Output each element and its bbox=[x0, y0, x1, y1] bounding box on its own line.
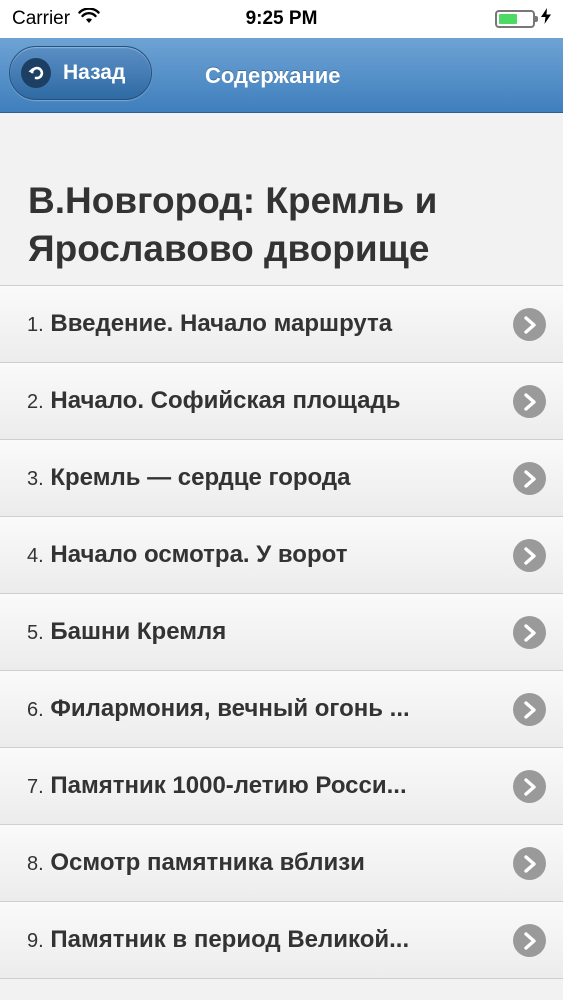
list-item-number: 1. bbox=[27, 314, 44, 336]
back-button[interactable]: Назад bbox=[9, 46, 152, 100]
list-item-text: 6. Филармония, вечный огонь ... bbox=[27, 695, 487, 723]
list-item[interactable]: 3. Кремль — сердце города bbox=[0, 440, 563, 517]
section-heading: В.Новгород: Кремль и Ярославово дворище bbox=[28, 180, 438, 269]
list-item-text: 4. Начало осмотра. У ворот bbox=[27, 541, 487, 569]
page-title: Содержание bbox=[205, 63, 341, 88]
back-arrow-icon bbox=[21, 58, 51, 88]
chevron-right-circle-icon[interactable] bbox=[513, 539, 546, 572]
charging-bolt-icon bbox=[541, 8, 551, 30]
status-left: Carrier bbox=[12, 7, 100, 30]
chevron-right-circle-icon[interactable] bbox=[513, 847, 546, 880]
list-item-number: 8. bbox=[27, 853, 44, 875]
list-item-title: Введение. Начало маршрута bbox=[50, 310, 393, 337]
list-item-number: 9. bbox=[27, 930, 44, 952]
wifi-icon bbox=[78, 7, 100, 30]
list-item-number: 5. bbox=[27, 622, 44, 644]
carrier-label: Carrier bbox=[12, 8, 71, 29]
navigation-bar: Назад Содержание bbox=[0, 38, 563, 113]
status-right bbox=[495, 8, 551, 30]
list-item-title: Начало. Софийская площадь bbox=[50, 387, 401, 414]
back-button-label: Назад bbox=[63, 61, 126, 84]
list-item-text: 8. Осмотр памятника вблизи bbox=[27, 849, 487, 877]
list-item-number: 7. bbox=[27, 776, 44, 798]
list-item-text: 2. Начало. Софийская площадь bbox=[27, 387, 487, 415]
list-item-number: 2. bbox=[27, 391, 44, 413]
list-item[interactable]: 7. Памятник 1000-летию Росси... bbox=[0, 748, 563, 825]
list-item[interactable]: 4. Начало осмотра. У ворот bbox=[0, 517, 563, 594]
list-item[interactable]: 5. Башни Кремля bbox=[0, 594, 563, 671]
list-item-title: Памятник в период Великой... bbox=[50, 926, 410, 953]
chevron-right-circle-icon[interactable] bbox=[513, 770, 546, 803]
list-item-title: Кремль — сердце города bbox=[50, 464, 351, 491]
chevron-right-circle-icon[interactable] bbox=[513, 616, 546, 649]
list-item-text: 9. Памятник в период Великой... bbox=[27, 926, 487, 954]
battery-icon bbox=[495, 10, 538, 28]
chevron-right-circle-icon[interactable] bbox=[513, 385, 546, 418]
battery-level bbox=[499, 14, 517, 24]
list-item-title: Осмотр памятника вблизи bbox=[50, 849, 365, 876]
list-item-number: 4. bbox=[27, 545, 44, 567]
list-item-title: Филармония, вечный огонь ... bbox=[50, 695, 410, 722]
status-bar: Carrier 9:25 PM bbox=[0, 0, 563, 38]
chevron-right-circle-icon[interactable] bbox=[513, 693, 546, 726]
list-item-number: 3. bbox=[27, 468, 44, 490]
list-item-text: 7. Памятник 1000-летию Росси... bbox=[27, 772, 487, 800]
table-of-contents-list: 1. Введение. Начало маршрута 2. Начало. С… bbox=[0, 285, 563, 979]
list-item[interactable]: 6. Филармония, вечный огонь ... bbox=[0, 671, 563, 748]
list-item-title: Башни Кремля bbox=[50, 618, 227, 645]
list-item-text: 1. Введение. Начало маршрута bbox=[27, 310, 487, 338]
list-item-text: 5. Башни Кремля bbox=[27, 618, 487, 646]
chevron-right-circle-icon[interactable] bbox=[513, 924, 546, 957]
list-item[interactable]: 8. Осмотр памятника вблизи bbox=[0, 825, 563, 902]
list-item[interactable]: 2. Начало. Софийская площадь bbox=[0, 363, 563, 440]
list-item[interactable]: 9. Памятник в период Великой... bbox=[0, 902, 563, 979]
list-item[interactable]: 1. Введение. Начало маршрута bbox=[0, 286, 563, 363]
chevron-right-circle-icon[interactable] bbox=[513, 462, 546, 495]
list-item-text: 3. Кремль — сердце города bbox=[27, 464, 487, 492]
list-item-number: 6. bbox=[27, 699, 44, 721]
list-item-title: Памятник 1000-летию Росси... bbox=[50, 772, 407, 799]
chevron-right-circle-icon[interactable] bbox=[513, 308, 546, 341]
list-item-title: Начало осмотра. У ворот bbox=[50, 541, 348, 568]
content-area: В.Новгород: Кремль и Ярославово дворище … bbox=[0, 113, 563, 1000]
